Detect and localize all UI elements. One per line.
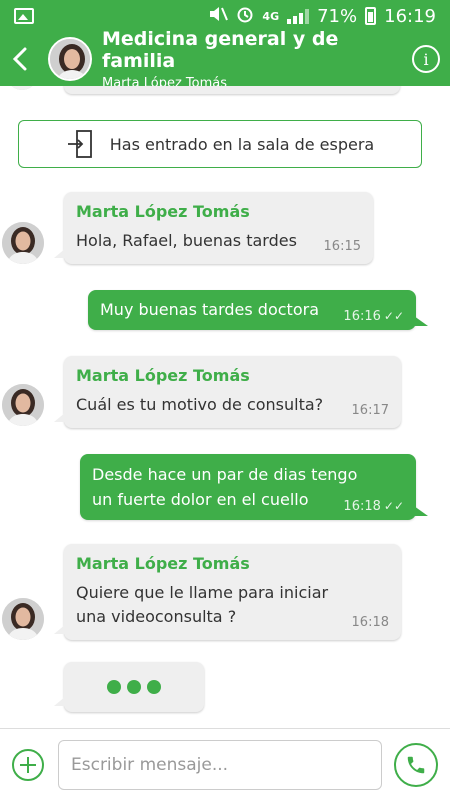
chat-header: Medicina general y de familia Marta Lópe…: [0, 28, 450, 91]
doctor-avatar[interactable]: [48, 37, 92, 81]
message-sender: Marta López Tomás: [76, 202, 250, 221]
info-icon: i: [423, 49, 429, 69]
message-bubble-in[interactable]: Marta López Tomás Cuál es tu motivo de c…: [54, 356, 401, 428]
chat-area[interactable]: Has entrado en la sala de espera Marta L…: [0, 86, 450, 728]
clock: 16:19: [384, 5, 436, 27]
message-input[interactable]: [58, 739, 382, 790]
avatar: [4, 86, 40, 90]
check-double-icon: ✓✓: [383, 499, 404, 513]
system-message: Has entrado en la sala de espera: [18, 120, 422, 168]
back-icon: [12, 47, 27, 71]
typing-dot: [127, 680, 141, 694]
message-bubble-out[interactable]: Muy buenas tardes doctora 16:16 ✓✓: [88, 290, 428, 330]
chat-title: Medicina general y de familia: [102, 27, 339, 72]
sender-avatar[interactable]: [2, 222, 44, 264]
signal-icon: [287, 8, 310, 24]
battery-percent: 71%: [317, 5, 358, 27]
battery-icon: [365, 7, 377, 25]
compose-bar: [0, 728, 450, 800]
message-time: 16:17: [351, 403, 389, 418]
message-time: 16:18: [351, 615, 389, 630]
sender-avatar[interactable]: [2, 598, 44, 640]
message-sender: Marta López Tomás: [76, 554, 250, 573]
message-text: Cuál es tu motivo de consulta?: [76, 395, 324, 414]
message-text: Hola, Rafael, buenas tardes: [76, 231, 297, 250]
call-button[interactable]: [394, 742, 438, 787]
info-button[interactable]: i: [412, 45, 440, 73]
attach-button[interactable]: [12, 748, 44, 781]
phone-icon: [407, 756, 425, 773]
door-enter-icon: [67, 130, 92, 158]
mute-icon: [208, 5, 229, 28]
back-button[interactable]: [0, 32, 40, 86]
alarm-icon: [236, 5, 254, 28]
typing-dot: [107, 680, 121, 694]
message-time: 16:16 ✓✓: [343, 309, 404, 324]
message-bubble-partial: [64, 86, 400, 94]
image-icon: [14, 8, 34, 24]
typing-indicator: [54, 662, 204, 712]
typing-dot: [147, 680, 161, 694]
system-message-text: Has entrado en la sala de espera: [109, 134, 375, 154]
message-bubble-in[interactable]: Marta López Tomás Quiere que le llame pa…: [54, 544, 401, 640]
network-type: 4G: [262, 9, 280, 23]
message-text: Quiere que le llame para iniciar una vid…: [76, 583, 329, 626]
message-time: 16:18 ✓✓: [343, 499, 404, 514]
message-bubble-in[interactable]: Marta López Tomás Hola, Rafael, buenas t…: [54, 192, 373, 264]
message-time: 16:15: [323, 239, 361, 254]
sender-avatar[interactable]: [2, 384, 44, 426]
check-double-icon: ✓✓: [383, 309, 404, 323]
plus-icon: [20, 756, 36, 773]
message-sender: Marta López Tomás: [76, 366, 250, 385]
message-bubble-out[interactable]: Desde hace un par de dias tengo un fuert…: [80, 454, 428, 520]
